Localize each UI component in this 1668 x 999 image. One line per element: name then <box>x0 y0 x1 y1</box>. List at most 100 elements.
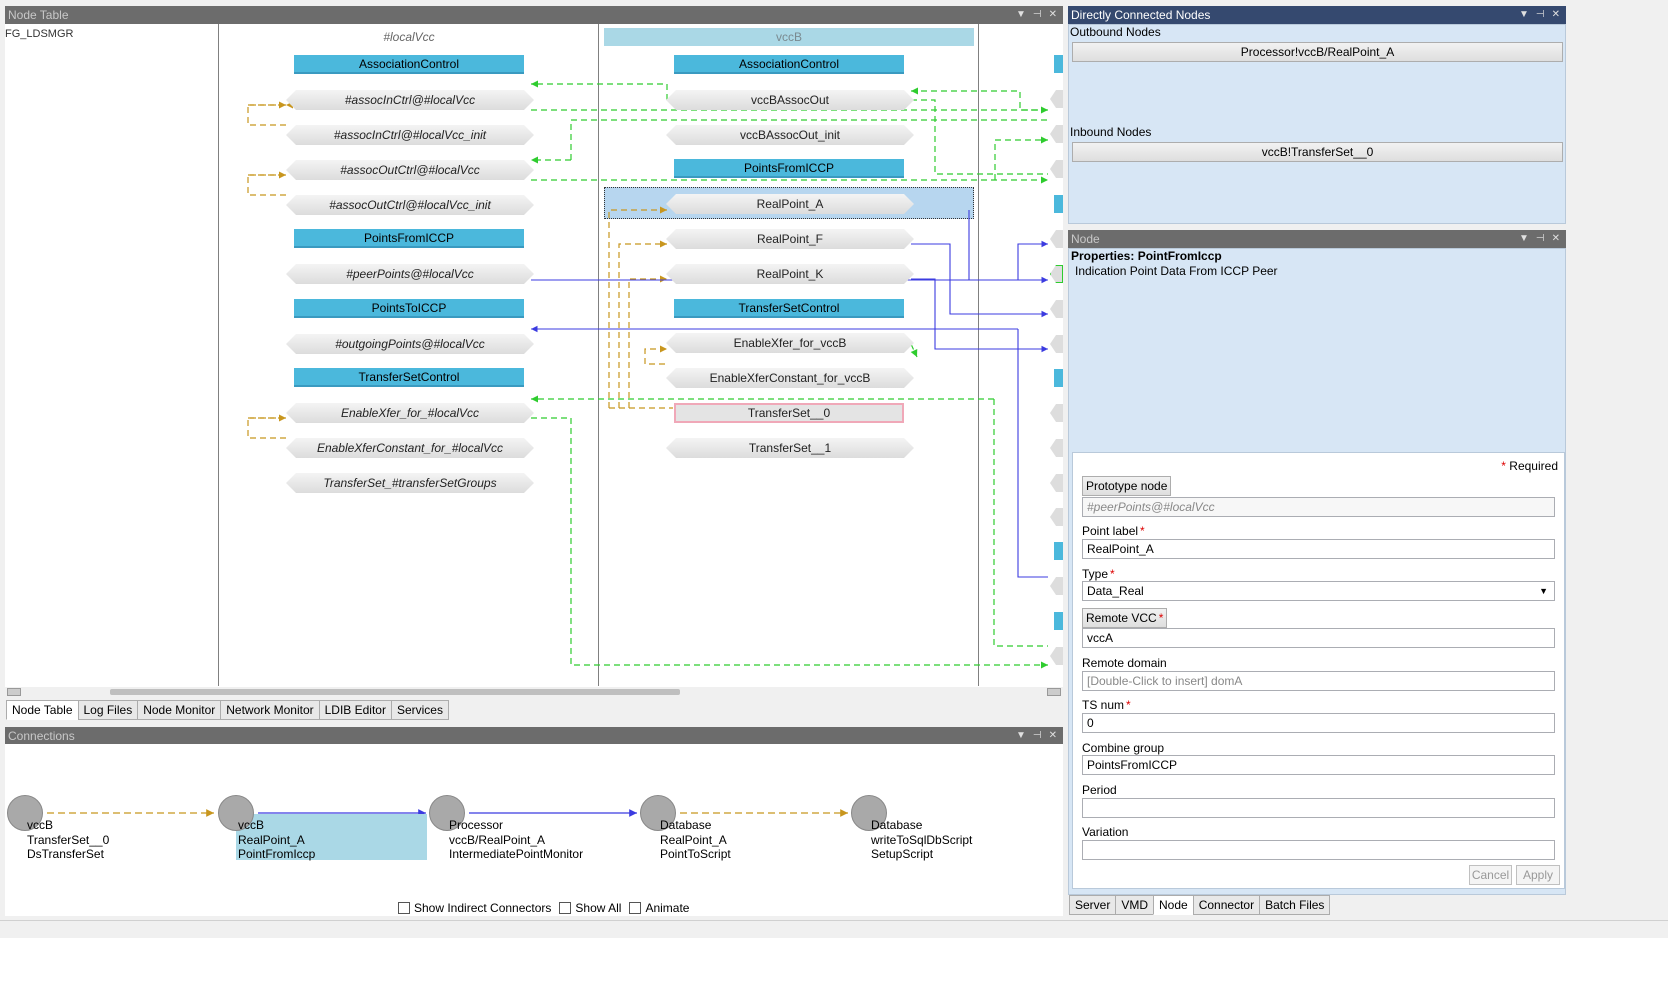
remote-vcc-input[interactable]: vccA <box>1082 628 1555 648</box>
type-value: Data_Real <box>1087 584 1144 598</box>
label-text: TS num <box>1082 698 1125 712</box>
tab-vmd[interactable]: VMD <box>1115 895 1155 915</box>
outbound-node-item[interactable]: Processor!vccB/RealPoint_A <box>1072 42 1563 62</box>
point-node[interactable]: EnableXfer_for_#localVcc <box>286 403 534 423</box>
group-points-from-iccp[interactable]: PointsFromICCP <box>674 159 904 178</box>
animate-checkbox[interactable]: Animate <box>629 901 689 915</box>
scroll-right-icon[interactable] <box>1047 688 1061 696</box>
tab-log-files[interactable]: Log Files <box>77 700 139 720</box>
scroll-left-icon[interactable] <box>7 688 21 696</box>
group-association-control[interactable]: AssociationControl <box>294 55 524 74</box>
close-icon[interactable]: ✕ <box>1049 727 1057 745</box>
type-label: Type * <box>1082 567 1115 581</box>
point-node-transferset[interactable]: TransferSet__0 <box>674 403 904 423</box>
prototype-node-field: #peerPoints@#localVcc <box>1082 497 1555 517</box>
connection-node-text: Processor vccB/RealPoint_A IntermediateP… <box>449 818 583 862</box>
point-node[interactable]: TransferSet__1 <box>666 438 914 458</box>
point-node[interactable]: EnableXferConstant_for_#localVcc <box>286 438 534 458</box>
node-table-title: Node Table <box>8 8 69 22</box>
point-node[interactable]: #assocInCtrl@#localVcc <box>286 90 534 110</box>
group-association-control[interactable]: AssociationControl <box>674 55 904 74</box>
combine-group-input[interactable]: PointsFromICCP <box>1082 755 1555 775</box>
pin-icon[interactable]: ⊣ <box>1033 6 1042 24</box>
tab-node[interactable]: Node <box>1153 895 1194 915</box>
point-node[interactable]: EnableXfer_for_vccB <box>666 333 914 353</box>
type-select[interactable]: Data_Real ▼ <box>1082 581 1555 601</box>
tab-network-monitor[interactable]: Network Monitor <box>220 700 320 720</box>
point-node[interactable]: RealPoint_F <box>666 229 914 249</box>
point-node[interactable]: EnableXferConstant_for_vccB <box>666 368 914 388</box>
node-name: writeToSqlDbScript <box>871 832 973 847</box>
group-transfer-set-control[interactable]: TransferSetControl <box>674 299 904 318</box>
dropdown-icon[interactable]: ▼ <box>1016 727 1026 745</box>
apply-button[interactable]: Apply <box>1516 865 1560 885</box>
point-node[interactable]: #assocOutCtrl@#localVcc <box>286 160 534 180</box>
point-node[interactable]: TransferSet_#transferSetGroups <box>286 473 534 493</box>
node-table-canvas[interactable]: FG_LDSMGR #localVcc vccB AssociationCont… <box>5 24 1063 692</box>
point-node[interactable]: #peerPoints@#localVcc <box>286 264 534 284</box>
right-tab-bar: Server VMD Node Connector Batch Files <box>1069 895 1331 915</box>
pin-icon[interactable]: ⊣ <box>1536 6 1545 24</box>
close-icon[interactable]: ✕ <box>1552 6 1560 24</box>
tab-node-monitor[interactable]: Node Monitor <box>137 700 222 720</box>
tab-node-table[interactable]: Node Table <box>6 700 79 720</box>
show-all-checkbox[interactable]: Show All <box>559 901 621 915</box>
show-indirect-checkbox[interactable]: Show Indirect Connectors <box>398 901 551 915</box>
status-bar <box>0 920 1668 938</box>
checkbox-label: Show All <box>575 901 622 915</box>
point-node[interactable]: #assocInCtrl@#localVcc_init <box>286 125 534 145</box>
label-text: Point label <box>1082 524 1139 538</box>
remote-vcc-button[interactable]: Remote VCC * <box>1082 608 1168 628</box>
prototype-node-button[interactable]: Prototype node <box>1082 476 1172 496</box>
point-label-input[interactable]: RealPoint_A <box>1082 539 1555 559</box>
remote-domain-input[interactable]: [Double-Click to insert] domA <box>1082 671 1555 691</box>
window-bottom-area <box>0 938 1668 999</box>
dropdown-icon[interactable]: ▼ <box>1519 230 1529 248</box>
checkbox-box[interactable] <box>398 902 410 914</box>
scrollbar-thumb[interactable] <box>110 689 680 695</box>
node-vcc: vccB <box>27 818 54 832</box>
point-node[interactable]: vccBAssocOut <box>666 90 914 110</box>
node-vcc: Database <box>871 818 923 832</box>
variation-input[interactable] <box>1082 840 1555 860</box>
tab-services[interactable]: Services <box>390 700 449 720</box>
connections-canvas[interactable]: vccB TransferSet__0 DsTransferSet vccB R… <box>5 744 1063 916</box>
checkbox-box[interactable] <box>559 902 572 914</box>
pin-icon[interactable]: ⊣ <box>1033 727 1042 745</box>
point-node[interactable]: #outgoingPoints@#localVcc <box>286 334 534 354</box>
tab-ldib-editor[interactable]: LDIB Editor <box>318 700 392 720</box>
remote-domain-label: Remote domain <box>1082 656 1167 670</box>
tab-batch-files[interactable]: Batch Files <box>1259 895 1331 915</box>
close-icon[interactable]: ✕ <box>1552 230 1560 248</box>
horizontal-scrollbar[interactable] <box>5 687 1063 697</box>
group-points-to-iccp[interactable]: PointsToICCP <box>294 299 524 318</box>
node-type: DsTransferSet <box>27 847 104 861</box>
node-vcc: Database <box>660 818 712 832</box>
point-node[interactable]: RealPoint_K <box>666 264 914 284</box>
close-icon[interactable]: ✕ <box>1049 6 1057 24</box>
connection-node-text: Database writeToSqlDbScript SetupScript <box>871 818 972 862</box>
group-points-from-iccp[interactable]: PointsFromICCP <box>294 229 524 248</box>
node-panel-header: Node ▼ ⊣ ✕ <box>1068 230 1566 248</box>
ts-num-input[interactable]: 0 <box>1082 713 1555 733</box>
point-node[interactable]: #assocOutCtrl@#localVcc_init <box>286 195 534 215</box>
dropdown-icon[interactable]: ▼ <box>1519 6 1529 24</box>
cancel-button[interactable]: Cancel <box>1469 865 1512 885</box>
point-node-selected[interactable]: RealPoint_A <box>666 194 914 214</box>
dropdown-icon[interactable]: ▼ <box>1016 6 1026 24</box>
checkbox-box[interactable] <box>629 902 642 914</box>
connection-options: Show Indirect Connectors Show All Animat… <box>398 901 697 915</box>
tab-connector[interactable]: Connector <box>1192 895 1261 915</box>
period-input[interactable] <box>1082 798 1555 818</box>
point-node[interactable]: vccBAssocOut_init <box>666 125 914 145</box>
chevron-down-icon[interactable]: ▼ <box>1539 582 1548 600</box>
inbound-node-item[interactable]: vccB!TransferSet__0 <box>1072 142 1563 162</box>
required-note-text: Required <box>1509 459 1558 473</box>
bottom-tab-bar: Node Table Log Files Node Monitor Networ… <box>6 700 449 720</box>
group-transfer-set-control[interactable]: TransferSetControl <box>294 368 524 387</box>
node-panel-title: Node <box>1071 232 1100 246</box>
tab-server[interactable]: Server <box>1069 895 1117 915</box>
properties-name: PointFromIccp <box>1137 249 1222 263</box>
connection-node-text: vccB RealPoint_A PointFromIccp <box>238 818 315 862</box>
pin-icon[interactable]: ⊣ <box>1536 230 1545 248</box>
